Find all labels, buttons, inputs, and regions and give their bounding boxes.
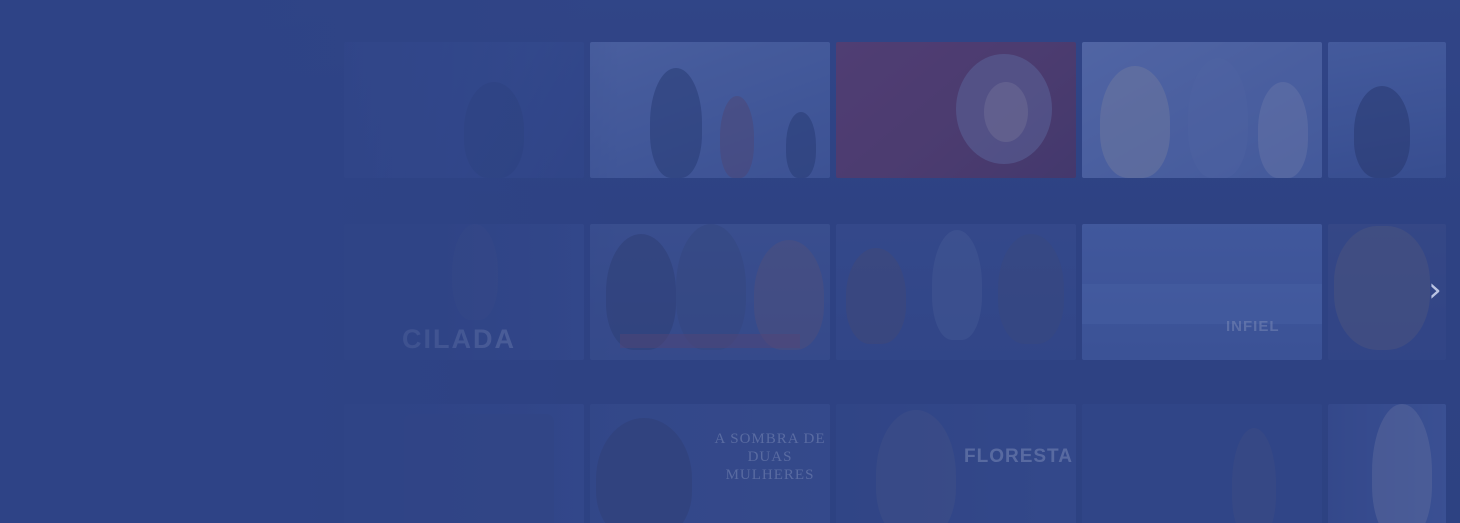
tile-artwork [452,224,498,320]
title-tile[interactable] [590,42,830,178]
title-tile[interactable] [344,404,584,523]
chevron-right-icon[interactable]: › [1418,268,1452,312]
tile-artwork [1334,226,1430,350]
tile-caption: FLORESTA [964,446,1073,467]
title-tile[interactable] [1082,42,1322,178]
tile-artwork [404,414,554,523]
carousel-row: A SOMBRA DE DUAS MULHERES FLORESTA [0,404,1460,523]
tile-artwork [1188,58,1248,178]
title-tile[interactable] [344,42,584,178]
tile-artwork [876,410,956,523]
title-tile[interactable] [836,224,1076,360]
tile-artwork [650,68,702,178]
tile-artwork [1354,86,1410,178]
tile-artwork [1258,82,1308,178]
title-tile[interactable] [1328,42,1446,178]
title-tile[interactable] [1082,404,1322,523]
tile-artwork [620,334,800,348]
tile-caption: INFIEL [1226,318,1280,335]
tile-artwork [676,224,746,350]
title-tile[interactable] [1328,404,1446,523]
title-tile[interactable]: FLORESTA [836,404,1076,523]
modal-backdrop: CILADA INFIEL A SOMBRA DE DUAS MULHERES … [0,0,1460,523]
tile-artwork [932,230,982,340]
tile-artwork [786,112,816,178]
tile-artwork [1372,404,1432,523]
carousel-row: CILADA INFIEL [0,224,1460,360]
tile-artwork [720,96,754,178]
tile-artwork [846,248,906,344]
tile-artwork [1232,428,1276,523]
tile-artwork [998,234,1064,344]
tile-artwork [1100,66,1170,178]
tile-artwork [464,82,524,178]
title-tile[interactable] [836,42,1076,178]
title-tile[interactable] [590,224,830,360]
tile-artwork [596,418,692,523]
tile-caption: CILADA [402,324,516,354]
title-tile[interactable]: INFIEL [1082,224,1322,360]
tile-caption: A SOMBRA DE DUAS MULHERES [714,431,826,483]
tile-artwork [984,82,1028,142]
tile-artwork [1082,284,1322,324]
carousel-row [0,42,1460,178]
title-tile[interactable]: CILADA [344,224,584,360]
title-tile[interactable]: A SOMBRA DE DUAS MULHERES [590,404,830,523]
tile-artwork [606,234,676,350]
